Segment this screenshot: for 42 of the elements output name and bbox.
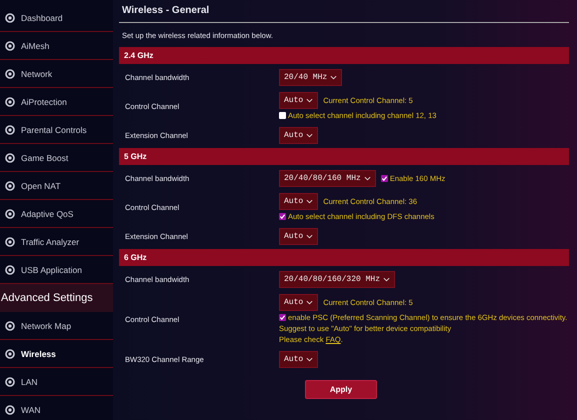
dropdown[interactable]: 20/40 MHz — [279, 68, 342, 86]
dropdown[interactable]: Auto — [279, 126, 318, 144]
dropdown[interactable]: Auto — [279, 92, 318, 109]
checkbox[interactable] — [279, 112, 286, 119]
dropdown[interactable]: Auto — [279, 350, 318, 368]
chevron-icon — [306, 98, 314, 103]
menu-symbol-icon — [5, 96, 15, 106]
chevron-icon — [306, 300, 314, 305]
sidebar-heading: Advanced Settings — [0, 284, 113, 312]
apply-button[interactable]: Apply — [305, 380, 377, 399]
dropdown[interactable]: Auto — [279, 294, 318, 311]
chevron-icon — [306, 234, 314, 238]
menu-symbol-icon — [5, 264, 15, 274]
menu-symbol-icon — [5, 404, 15, 414]
checkbox[interactable] — [279, 314, 286, 321]
chevron-icon — [306, 132, 314, 138]
menu-symbol-icon — [5, 124, 15, 134]
chevron-icon — [306, 356, 314, 362]
chevron-icon — [364, 176, 371, 180]
chevron-icon — [306, 199, 314, 204]
menu-symbol-icon — [5, 236, 15, 246]
menu-symbol-icon — [5, 152, 15, 162]
section-header: 6 GHz — [119, 249, 569, 266]
dropdown[interactable]: 20/40/80/160 MHz — [279, 170, 376, 186]
section-header: 2.4 GHz — [119, 47, 569, 64]
menu-symbol-icon — [5, 348, 15, 358]
dropdown[interactable]: 20/40/80/160/320 MHz — [279, 270, 396, 288]
page-title: Wireless - General — [119, 0, 569, 23]
section-header: 5 GHz — [119, 148, 569, 165]
menu-symbol-icon — [5, 376, 15, 386]
dropdown[interactable]: Auto — [279, 228, 318, 244]
chevron-icon — [330, 74, 338, 80]
menu-symbol-icon — [5, 40, 15, 50]
checkbox[interactable] — [279, 213, 286, 220]
checkbox[interactable] — [380, 174, 388, 182]
chevron-icon — [383, 276, 390, 282]
menu-symbol-icon — [5, 180, 15, 190]
menu-symbol-icon — [5, 12, 15, 22]
dropdown[interactable]: Auto — [279, 193, 318, 210]
menu-symbol-icon — [5, 320, 15, 330]
menu-symbol-icon — [5, 68, 15, 78]
menu-symbol-icon — [5, 208, 15, 218]
